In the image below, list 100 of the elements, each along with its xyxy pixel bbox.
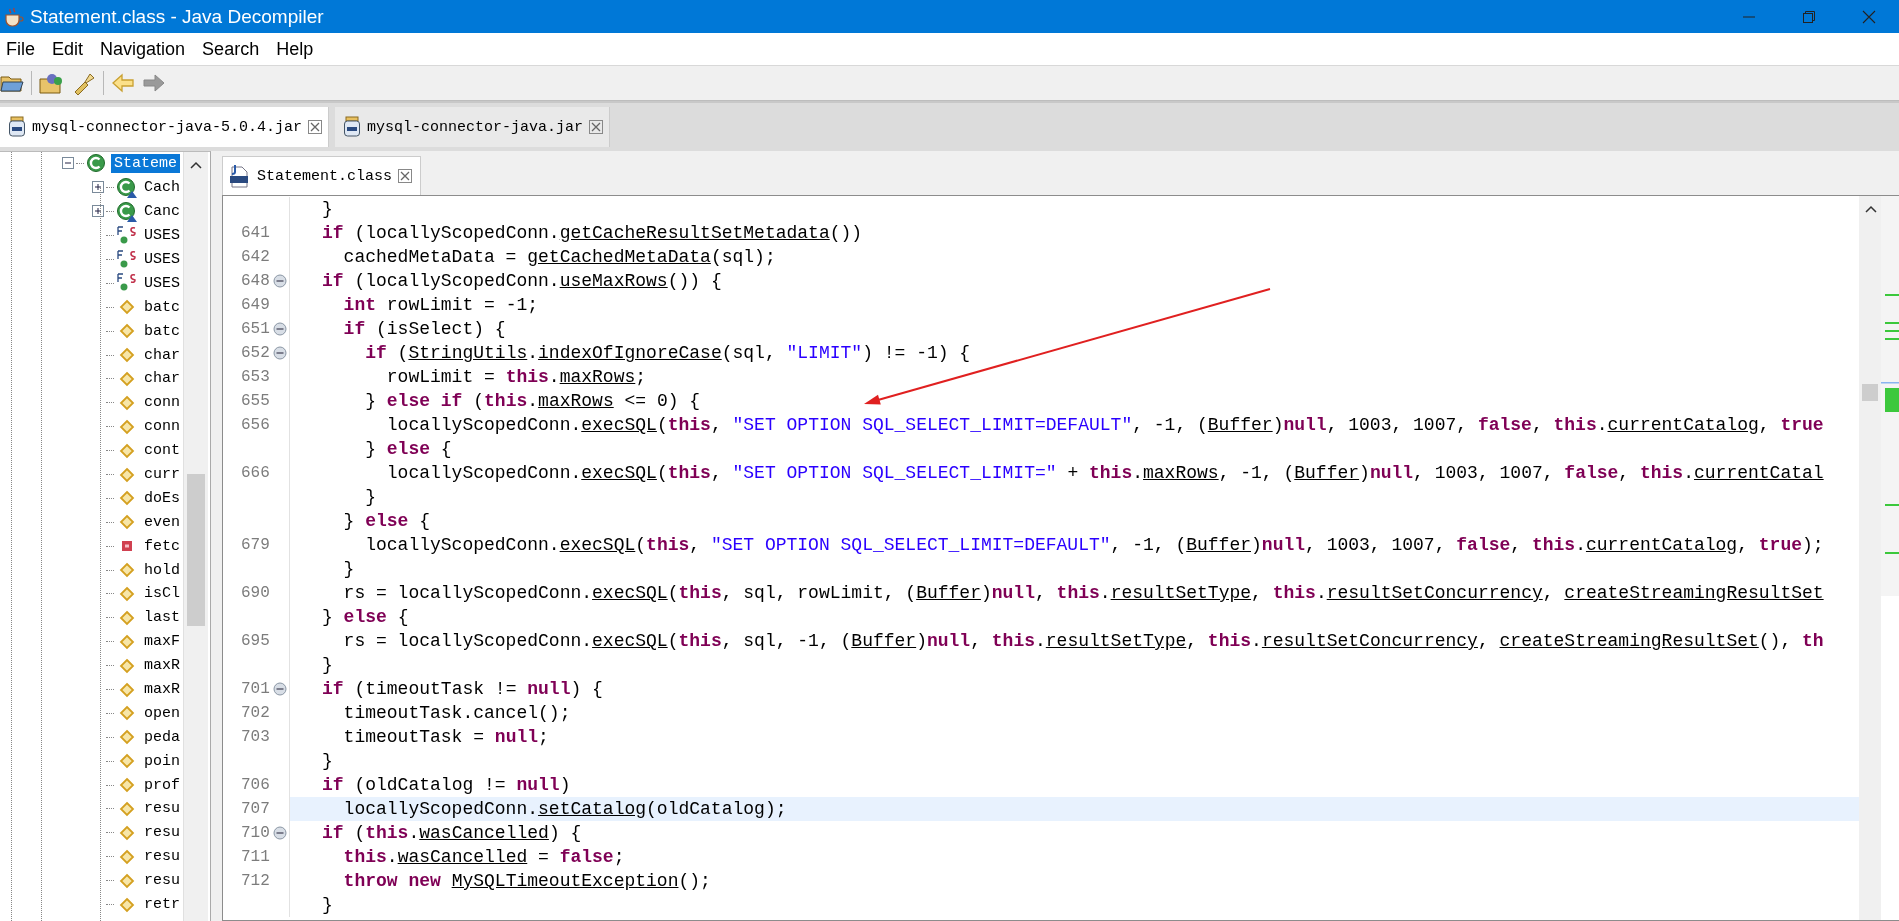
inner-class-icon [116, 176, 138, 199]
expander-icon[interactable] [92, 180, 106, 195]
expander-icon[interactable] [62, 156, 76, 171]
code-line: locallyScopedConn.execSQL(this, "SET OPTION SQL_SELECT_LIMIT=DEFAULT", -1, (Buffer)null, 1003, 1007, false, this.currentCatalog, true [385, 415, 1824, 435]
code-line: } [321, 895, 333, 915]
line-number: 655 [241, 392, 270, 410]
code-line: throw new MySQLTimeoutException(); [342, 871, 711, 891]
file-tab[interactable]: mysql-connector-java-5.0.4.jar [0, 107, 330, 147]
tree-item[interactable]: hold [141, 560, 183, 580]
code-line: if (isSelect) { [342, 319, 506, 339]
line-number: 707 [241, 800, 270, 818]
tree-item[interactable]: last [141, 608, 183, 628]
tree-item[interactable]: fetc [141, 536, 183, 556]
tree-item[interactable]: maxR [141, 656, 183, 676]
jar-icon [343, 116, 362, 138]
tree-item[interactable]: resu [141, 799, 183, 819]
tree-item[interactable]: Stateme [111, 154, 180, 174]
code-line: } [321, 655, 333, 675]
menu-item[interactable]: Edit [50, 36, 93, 62]
window-title: Statement.class - Java Decompiler [30, 5, 324, 28]
code-line: } else { [342, 511, 431, 531]
scroll-up-icon[interactable] [1864, 204, 1878, 214]
collapse-icon[interactable] [273, 322, 287, 336]
vertical-scrollbar[interactable] [183, 152, 208, 921]
tree-item[interactable]: peda [141, 727, 183, 747]
tree-item[interactable]: char [141, 369, 183, 389]
code-line: if (StringUtils.indexOfIgnoreCase(sql, "LIMIT") != -1) { [364, 343, 971, 363]
line-number: 641 [241, 224, 270, 242]
forward-arrow-icon[interactable] [142, 73, 166, 93]
coffee-cup-icon [3, 6, 25, 27]
line-number: 706 [241, 776, 270, 794]
menu-item[interactable]: Navigation [98, 36, 195, 62]
tree-item[interactable]: curr [141, 465, 183, 484]
tree-item[interactable]: maxR [141, 680, 183, 700]
tree-item[interactable]: batc [141, 321, 183, 341]
line-number: 648 [241, 272, 270, 290]
menu-item[interactable]: Search [200, 36, 269, 62]
scroll-thumb[interactable] [187, 474, 205, 626]
line-number: 679 [241, 536, 270, 554]
line-number: 690 [241, 584, 270, 602]
line-number: 656 [241, 416, 270, 434]
scroll-thumb[interactable] [1862, 384, 1878, 401]
tree-item[interactable]: batc [141, 297, 183, 317]
jar-icon [8, 116, 26, 138]
tree-item[interactable]: resu [141, 871, 183, 891]
line-number: 712 [241, 872, 270, 890]
close-icon[interactable] [398, 169, 413, 183]
tree-item[interactable]: USES [141, 273, 183, 293]
vertical-scrollbar[interactable] [1859, 196, 1881, 920]
tree-item[interactable]: conn [141, 417, 183, 437]
tree-item[interactable]: cont [141, 441, 183, 461]
code-line: timeoutTask = null; [342, 727, 549, 747]
flashlight-icon[interactable] [72, 71, 96, 95]
code-line: if (oldCatalog != null) [321, 775, 571, 795]
collapse-icon[interactable] [273, 826, 287, 840]
tree-item[interactable]: open [141, 703, 183, 723]
code-line: locallyScopedConn.setCatalog(oldCatalog); [342, 799, 787, 819]
minimize-icon [1743, 15, 1755, 18]
line-number: 703 [241, 728, 270, 746]
tree-item[interactable]: USES [141, 250, 183, 269]
code-line: } else { [364, 439, 452, 459]
code-line: } else { [321, 607, 409, 627]
code-line: if (this.wasCancelled) { [321, 823, 582, 843]
code-line: if (locallyScopedConn.useMaxRows()) { [321, 271, 722, 291]
tree-item[interactable]: retr [141, 895, 183, 915]
line-number: 651 [241, 320, 270, 338]
tree-item[interactable]: USES [141, 226, 183, 246]
expander-icon[interactable] [92, 204, 106, 219]
tree-item[interactable]: isCl [141, 584, 183, 604]
code-line: locallyScopedConn.execSQL(this, "SET OPTION SQL_SELECT_LIMIT=" + this.maxRows, -1, (Buffer)null, 1003, 1007, false, this.currentCatal [385, 463, 1824, 483]
code-line: } [321, 751, 333, 771]
tree-item[interactable]: even [141, 512, 183, 532]
menu-item[interactable]: Help [274, 36, 323, 62]
collapse-icon[interactable] [273, 346, 287, 360]
menu-item[interactable]: File [4, 36, 44, 62]
back-arrow-icon[interactable] [111, 73, 135, 93]
tree-item[interactable]: conn [141, 393, 183, 413]
tree-item[interactable]: resu [141, 823, 183, 843]
collapse-icon[interactable] [273, 274, 287, 288]
tree-item[interactable]: Canc [141, 202, 183, 222]
tree-item[interactable]: maxF [141, 632, 183, 652]
tree-item[interactable]: doEs [141, 488, 183, 508]
tree-item[interactable]: poin [141, 751, 183, 771]
line-number: 695 [241, 632, 270, 650]
tree-item[interactable]: prof [141, 775, 183, 795]
code-line: locallyScopedConn.execSQL(this, "SET OPTION SQL_SELECT_LIMIT=DEFAULT", -1, (Buffer)null, 1003, 1007, false, this.currentCatalog, true); [364, 535, 1824, 555]
code-line: cachedMetaData = getCachedMetaData(sql); [342, 247, 776, 267]
editor-tab[interactable]: Statement.class [222, 156, 422, 195]
inner-class-icon [116, 200, 138, 223]
scroll-up-icon[interactable] [189, 160, 203, 170]
tree-item[interactable]: char [141, 345, 183, 365]
close-icon[interactable] [589, 120, 604, 134]
tree-item[interactable]: Cach [141, 178, 183, 198]
close-icon[interactable] [308, 120, 323, 134]
file-tab[interactable]: mysql-connector-java.jar [335, 107, 611, 147]
code-line: timeoutTask.cancel(); [342, 703, 571, 723]
collapse-icon[interactable] [273, 682, 287, 696]
close-icon [1862, 9, 1876, 24]
tree-item[interactable]: resu [141, 847, 183, 867]
code-line: if (locallyScopedConn.getCacheResultSetMetadata()) [321, 223, 863, 243]
